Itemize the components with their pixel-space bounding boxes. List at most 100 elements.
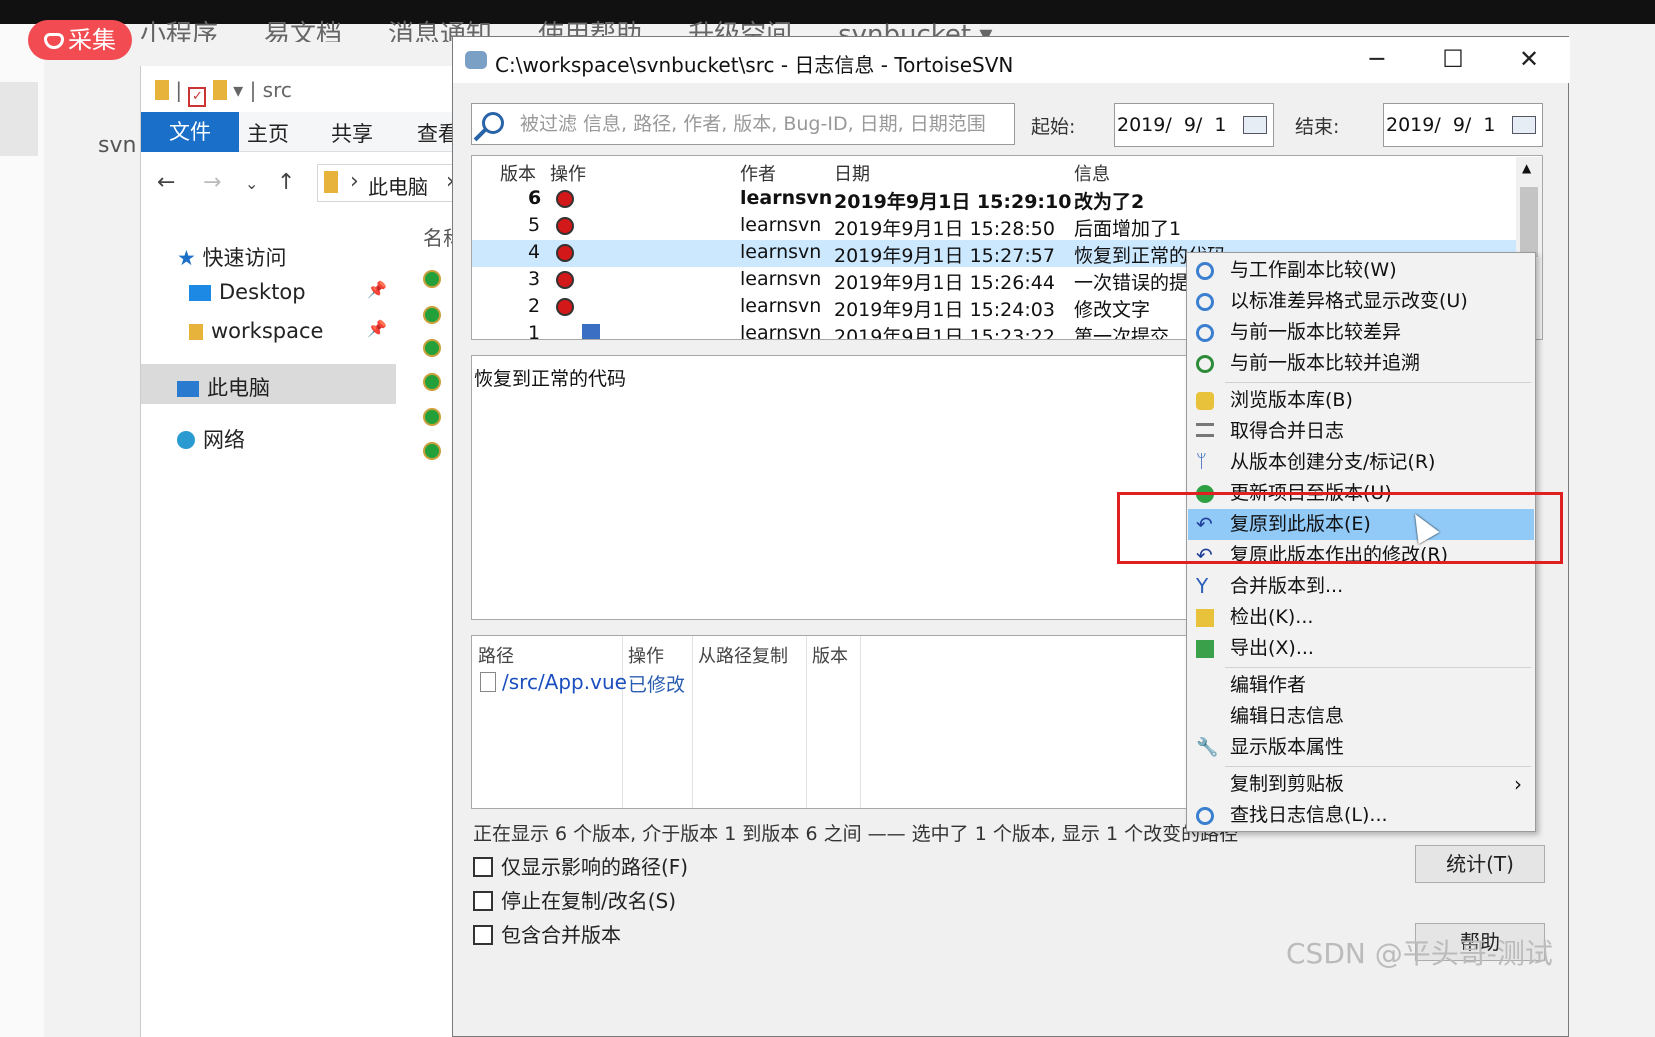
row-date: 2019年9月1日 15:24:03 — [834, 299, 1055, 321]
file-explorer: | ✓ ▾ | src 文件 主页 共享 查看 ← → ⌄ ↑ › 此电脑 › … — [140, 66, 481, 1037]
maximize-button[interactable]: ☐ — [1433, 45, 1473, 75]
log-message-pane[interactable]: 恢复到正常的代码 — [471, 355, 1203, 620]
address-bar-row: ← → ⌄ ↑ › 此电脑 › — [141, 162, 481, 206]
close-button[interactable]: ✕ — [1509, 45, 1549, 75]
forward-icon[interactable]: → — [203, 170, 221, 195]
up-icon[interactable]: ↑ — [277, 170, 295, 195]
statistics-button[interactable]: 统计(T) — [1415, 845, 1545, 883]
back-icon[interactable]: ← — [157, 170, 175, 195]
col-revision[interactable]: 版本 — [500, 160, 536, 186]
from-date-picker[interactable]: 2019/ 9/ 1 — [1114, 103, 1274, 147]
changed-paths-list[interactable]: 路径 操作 从路径复制 版本 /src/App.vue 已修改 — [471, 635, 1203, 809]
title-bar[interactable]: C:\workspace\svnbucket\src - 日志信息 - Tort… — [453, 37, 1570, 83]
col-author[interactable]: 作者 — [740, 160, 776, 186]
tab-share[interactable]: 共享 — [331, 118, 373, 148]
blame-icon — [1196, 355, 1214, 373]
col-date[interactable]: 日期 — [834, 160, 870, 186]
magnifier-icon — [1196, 262, 1214, 280]
log-row[interactable]: 6 learnsvn 2019年9月1日 15:29:10 改为了2 — [472, 186, 1542, 213]
menu-merge-log[interactable]: 取得合并日志 — [1188, 416, 1534, 447]
menu-show-unified-diff[interactable]: 以标准差异格式显示改变(U) — [1188, 286, 1534, 317]
merge-log-icon — [1196, 423, 1214, 437]
from-label: 起始: — [1031, 116, 1076, 138]
window-title: C:\workspace\svnbucket\src - 日志信息 - Tort… — [495, 53, 1014, 77]
menu-show-properties[interactable]: 🔧 显示版本属性 — [1188, 732, 1534, 763]
row-author: learnsvn — [740, 268, 822, 290]
scroll-up-icon[interactable]: ▲ — [1522, 161, 1531, 175]
filter-input[interactable]: 被过滤 信息, 路径, 作者, 版本, Bug-ID, 日期, 日期范围 — [471, 103, 1015, 145]
col-path[interactable]: 路径 — [478, 642, 514, 668]
menu-compare-previous[interactable]: 与前一版本比较差异 — [1188, 317, 1534, 348]
nav-network[interactable]: 网络 — [177, 424, 245, 454]
properties-icon[interactable]: ✓ — [188, 87, 207, 107]
menu-compare-working-copy[interactable]: 与工作副本比较(W) — [1188, 255, 1534, 286]
menu-repo-browser[interactable]: 浏览版本库(B) — [1188, 385, 1534, 416]
calendar-icon[interactable] — [1243, 116, 1267, 134]
bg-menu-item[interactable]: 小程序 — [140, 20, 218, 42]
row-message: 改为了2 — [1074, 191, 1145, 213]
menu-label: 编辑日志信息 — [1230, 705, 1345, 727]
address-box[interactable]: › 此电脑 › — [317, 164, 467, 202]
collect-button[interactable]: 采集 — [28, 20, 132, 60]
col-action[interactable]: 操作 — [628, 642, 664, 668]
checkbox-merged-revisions[interactable]: 包含合并版本 — [473, 919, 621, 948]
menu-label: 与前一版本比较并追溯 — [1230, 352, 1421, 374]
col-path-revision[interactable]: 版本 — [812, 642, 848, 668]
checkbox-stop-on-copy[interactable]: 停止在复制/改名(S) — [473, 885, 676, 914]
tab-file[interactable]: 文件 — [141, 112, 239, 152]
scroll-thumb[interactable] — [1520, 187, 1538, 257]
col-message[interactable]: 信息 — [1074, 160, 1110, 186]
menu-create-branch[interactable]: ᛘ 从版本创建分支/标记(R) — [1188, 447, 1534, 478]
menu-compare-blame[interactable]: 与前一版本比较并追溯 — [1188, 348, 1534, 379]
from-date-value: 2019/ 9/ 1 — [1117, 114, 1227, 136]
to-date-picker[interactable]: 2019/ 9/ 1 — [1383, 103, 1543, 147]
nav-workspace[interactable]: workspace 📌 — [189, 319, 389, 343]
log-row[interactable]: 5 learnsvn 2019年9月1日 15:28:50 后面增加了1 — [472, 213, 1542, 240]
menu-label: 以标准差异格式显示改变(U) — [1230, 290, 1468, 312]
collect-label: 采集 — [68, 26, 116, 54]
row-revision: 2 — [528, 295, 541, 317]
checkbox-box[interactable] — [473, 857, 493, 877]
svn-status-icon — [423, 408, 441, 426]
bg-menu-item[interactable]: 易文档 — [264, 20, 342, 42]
pin-icon[interactable]: 📌 — [367, 280, 387, 299]
menu-export[interactable]: 导出(X)... — [1188, 633, 1534, 664]
menu-label: 显示版本属性 — [1230, 736, 1345, 758]
submenu-arrow-icon: › — [1514, 772, 1522, 796]
row-author: learnsvn — [740, 322, 822, 340]
status-text: 正在显示 6 个版本, 介于版本 1 到版本 6 之间 —— 选中了 1 个版本… — [473, 823, 1239, 845]
modified-icon — [556, 271, 574, 289]
menu-edit-log-message[interactable]: 编辑日志信息 — [1188, 701, 1534, 732]
row-revision: 6 — [528, 187, 542, 209]
branch-icon: ᛘ — [1196, 451, 1207, 472]
minimize-button[interactable]: ─ — [1357, 45, 1397, 75]
checkbox-box[interactable] — [473, 891, 493, 911]
menu-merge-revision[interactable]: Y 合并版本到... — [1188, 571, 1534, 602]
nav-quick-access[interactable]: ★ 快速访问 — [177, 242, 287, 272]
calendar-icon[interactable] — [1512, 116, 1536, 134]
recent-dropdown-icon[interactable]: ⌄ — [245, 174, 258, 193]
nav-label: workspace — [211, 319, 324, 343]
menu-label: 查找日志信息(L)... — [1230, 804, 1388, 826]
col-copy-from[interactable]: 从路径复制 — [698, 642, 788, 668]
folder-icon[interactable] — [155, 80, 169, 100]
new-folder-icon[interactable] — [212, 80, 227, 100]
nav-desktop[interactable]: Desktop 📌 — [189, 280, 389, 304]
nav-this-pc[interactable]: 此电脑 — [177, 372, 270, 402]
desktop-icon — [189, 285, 211, 301]
col-actions[interactable]: 操作 — [550, 160, 586, 186]
watermark: CSDN @平头哥-测试 — [1286, 937, 1553, 970]
row-author: learnsvn — [740, 187, 833, 209]
menu-checkout[interactable]: 检出(K)... — [1188, 602, 1534, 633]
checkbox-affected-paths[interactable]: 仅显示影响的路径(F) — [473, 851, 688, 880]
pin-icon[interactable]: 📌 — [367, 319, 387, 338]
checkbox-label: 停止在复制/改名(S) — [501, 889, 677, 913]
tab-home[interactable]: 主页 — [247, 118, 289, 148]
menu-edit-author[interactable]: 编辑作者 — [1188, 670, 1534, 701]
menu-copy-to-clipboard[interactable]: 复制到剪贴板 › — [1188, 769, 1534, 800]
checkbox-box[interactable] — [473, 925, 493, 945]
menu-find-log-message[interactable]: 查找日志信息(L)... — [1188, 800, 1534, 831]
modified-icon — [556, 244, 574, 262]
menu-label: 导出(X)... — [1230, 637, 1314, 659]
changed-path-row[interactable]: /src/App.vue 已修改 — [480, 670, 685, 696]
